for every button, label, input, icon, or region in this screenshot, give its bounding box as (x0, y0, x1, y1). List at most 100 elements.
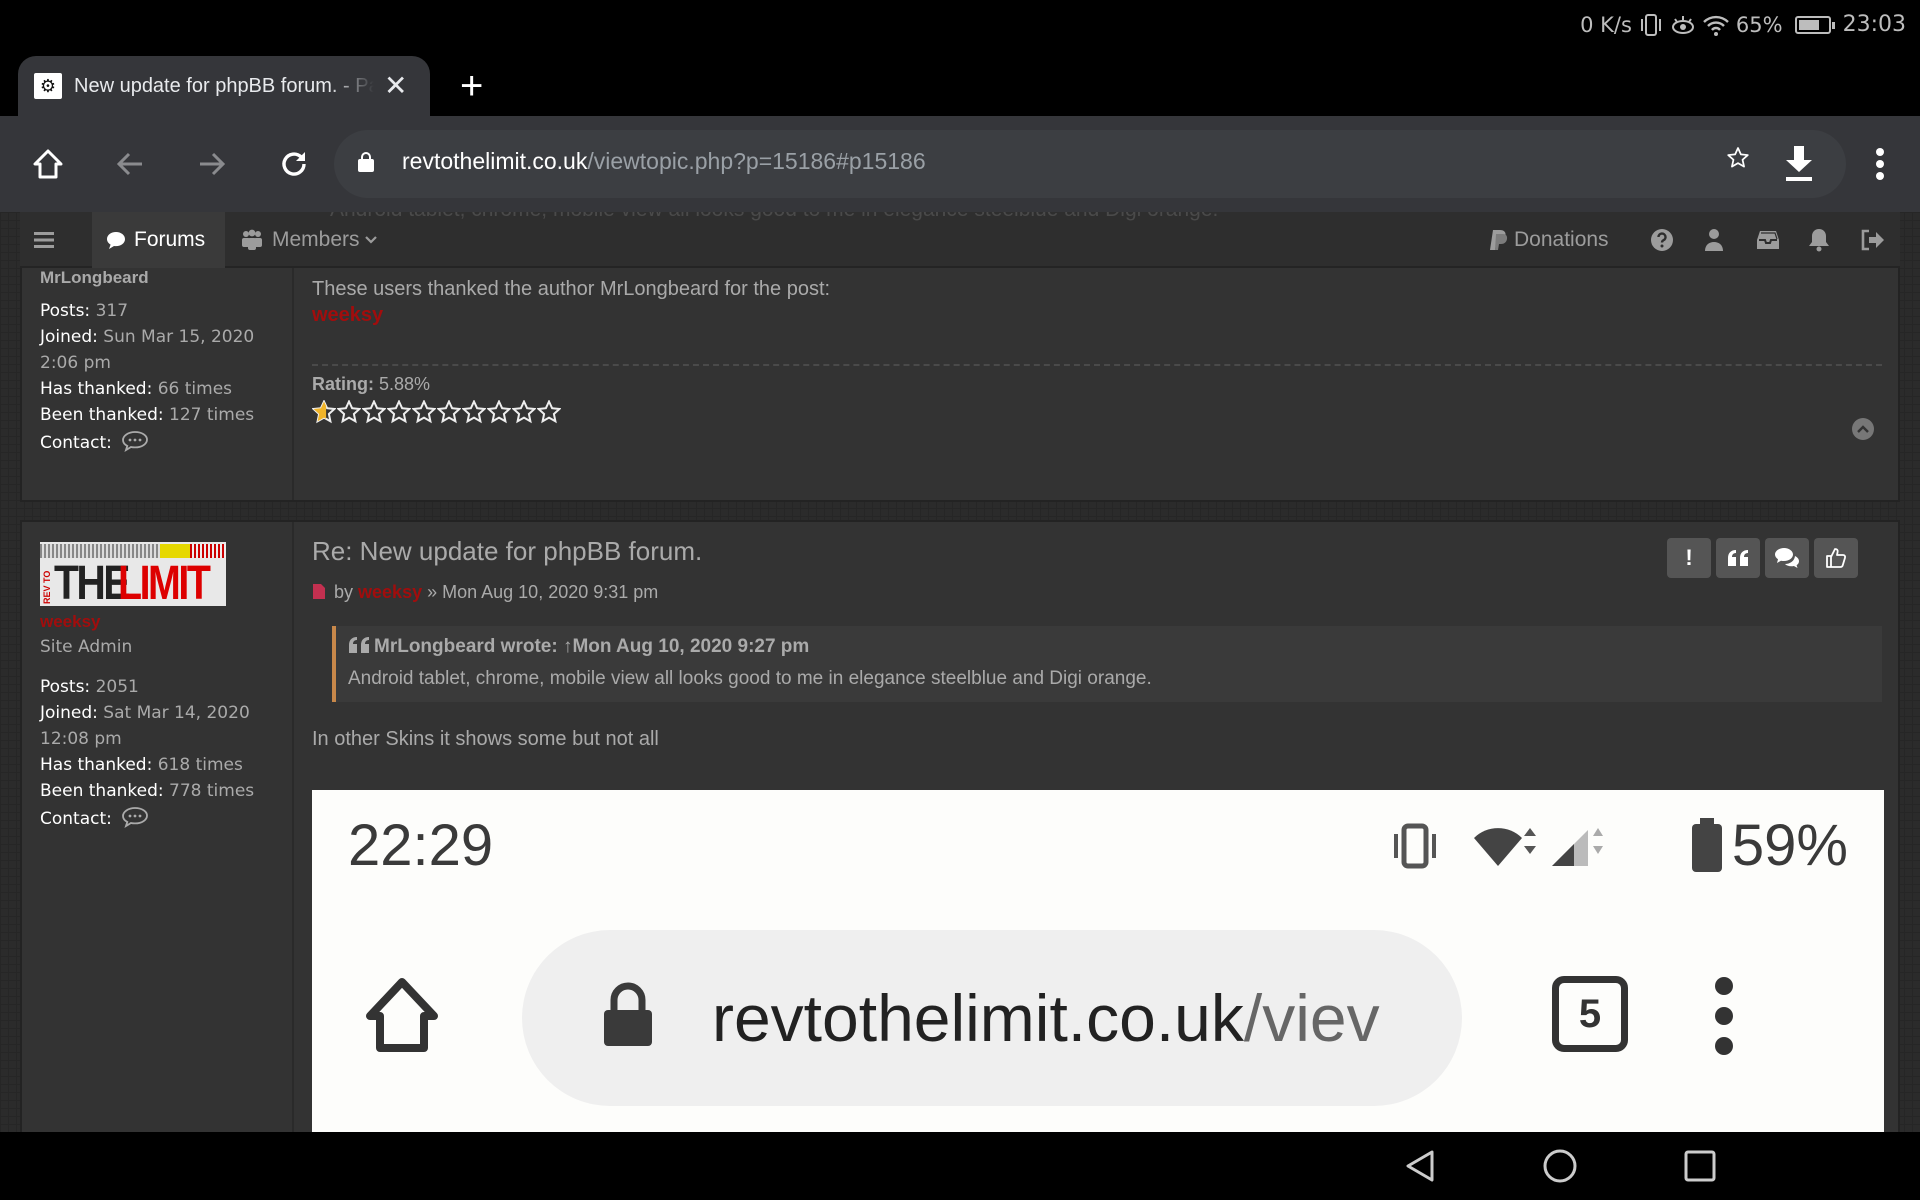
eye-comfort-icon (1671, 15, 1694, 34)
browser-menu-button[interactable] (1850, 116, 1910, 212)
site-favicon: ⚙ (34, 73, 62, 99)
rating-star[interactable] (387, 400, 411, 424)
contact-chat-icon[interactable] (121, 806, 149, 828)
inbox-button[interactable] (1756, 212, 1780, 268)
stat-joined-time: 2:06 pm (40, 353, 111, 373)
back-triangle-icon[interactable] (1402, 1148, 1438, 1184)
post-title[interactable]: Re: New update for phpBB forum. (312, 536, 702, 567)
quote-icon (1728, 550, 1748, 566)
hamburger-icon (34, 232, 54, 248)
stat-been-thanked: Been thanked: 778 times (40, 781, 255, 801)
new-tab-button[interactable]: + (460, 64, 483, 109)
stat-posts: Posts: 317 (40, 301, 129, 321)
bookmark-star-icon[interactable] (1726, 146, 1750, 170)
profile-stats: Posts: 317 Joined: Sun Mar 15, 2020 2:06… (40, 298, 254, 456)
embedded-screenshot[interactable]: 22:29 59% revtothelimit.co.uk/viev 5 (312, 790, 1884, 1132)
rating-star[interactable] (487, 400, 511, 424)
rating-star[interactable] (537, 400, 561, 424)
tab-strip: ⚙ New update for phpBB forum. - Pa ✕ + (0, 50, 1920, 116)
user-icon (1705, 229, 1723, 251)
like-button[interactable] (1814, 538, 1858, 578)
nav-forums-label: Forums (134, 228, 206, 251)
embedded-tab-count: 5 (1552, 976, 1628, 1052)
stat-posts: Posts: 2051 (40, 677, 139, 697)
embedded-home-icon (366, 978, 438, 1052)
system-status-bar: 0 K/s 65% 23:03 (0, 0, 1920, 50)
kebab-menu-icon (1876, 148, 1884, 180)
sign-out-icon (1861, 229, 1884, 251)
user-profile-button[interactable] (1704, 212, 1724, 268)
rating-stars[interactable] (312, 400, 561, 424)
embedded-kebab-icon (1715, 977, 1733, 1055)
post-date: » Mon Aug 10, 2020 9:31 pm (427, 582, 659, 602)
url-text[interactable]: revtothelimit.co.uk/viewtopic.php?p=1518… (402, 148, 926, 175)
reload-button[interactable] (264, 116, 324, 212)
home-button[interactable] (18, 116, 78, 212)
nav-donations-label: Donations (1514, 228, 1609, 251)
forward-button[interactable] (182, 116, 242, 212)
users-icon (242, 229, 262, 250)
battery-icon (1794, 15, 1835, 34)
rating-star[interactable] (362, 400, 386, 424)
rating-star[interactable] (437, 400, 461, 424)
menu-toggle[interactable] (34, 212, 54, 268)
thanked-user-link[interactable]: weeksy (312, 304, 383, 327)
embedded-time: 22:29 (348, 813, 494, 878)
clock: 23:03 (1842, 12, 1906, 37)
post-author-link[interactable]: weeksy (358, 582, 422, 602)
back-button[interactable] (100, 116, 160, 212)
embedded-lock-icon (604, 982, 652, 1046)
close-tab-icon[interactable]: ✕ (384, 72, 407, 100)
rating-star[interactable] (462, 400, 486, 424)
post-weeksy: REV TO THE LIMIT weeksy Site Admin Posts… (20, 520, 1900, 1132)
logout-button[interactable] (1860, 212, 1884, 268)
reload-icon (282, 152, 306, 176)
rating-value: 5.88% (379, 374, 431, 394)
quote-icon (349, 637, 369, 653)
quote-button[interactable] (1716, 538, 1760, 578)
rating-star[interactable] (312, 400, 336, 424)
inbox-icon (1757, 231, 1779, 249)
home-icon (33, 149, 63, 179)
user-rank: Site Admin (40, 637, 133, 657)
profile-stats: Posts: 2051 Joined: Sat Mar 14, 2020 12:… (40, 674, 254, 832)
username[interactable]: weeksy (40, 612, 101, 632)
home-circle-icon[interactable] (1542, 1148, 1578, 1184)
stat-joined-time: 12:08 pm (40, 729, 122, 749)
quote-header: MrLongbeard wrote: ↑Mon Aug 10, 2020 9:2… (348, 636, 809, 658)
address-bar[interactable]: revtothelimit.co.uk/viewtopic.php?p=1518… (334, 130, 1846, 198)
post-file-icon[interactable] (312, 583, 326, 600)
post-content: Re: New update for phpBB forum. by weeks… (312, 522, 1884, 1132)
bell-icon (1809, 229, 1829, 252)
speech-bubble-icon (107, 232, 125, 249)
nav-donations[interactable]: Donations (1488, 212, 1609, 268)
browser-tab-active[interactable]: ⚙ New update for phpBB forum. - Pa ✕ (18, 56, 430, 116)
download-icon[interactable] (1782, 144, 1816, 184)
stat-been-thanked: Been thanked: 127 times (40, 405, 255, 425)
back-to-top-button[interactable] (1852, 418, 1874, 440)
rating-star[interactable] (412, 400, 436, 424)
username[interactable]: MrLongbeard (40, 268, 149, 288)
faq-button[interactable] (1650, 212, 1674, 268)
nav-forums[interactable]: Forums (92, 212, 226, 268)
tab-title: New update for phpBB forum. - Pa (74, 74, 374, 97)
report-button[interactable]: ! (1667, 538, 1711, 578)
vibrate-icon (1640, 13, 1661, 36)
pm-button[interactable] (1765, 538, 1809, 578)
divider (312, 364, 1882, 366)
nav-members[interactable]: Members (240, 212, 377, 268)
paypal-icon (1490, 230, 1508, 250)
contact-chat-icon[interactable] (121, 430, 149, 452)
quote-body: Android tablet, chrome, mobile view all … (348, 668, 1152, 689)
stat-joined: Joined: Sun Mar 15, 2020 (40, 327, 255, 347)
quote-author-date[interactable]: MrLongbeard wrote: ↑Mon Aug 10, 2020 9:2… (374, 636, 809, 657)
thanks-text: These users thanked the author MrLongbea… (312, 278, 831, 300)
notifications-button[interactable] (1808, 212, 1830, 268)
stat-contact: Contact: (40, 430, 254, 456)
rating-star[interactable] (337, 400, 361, 424)
rating-star[interactable] (512, 400, 536, 424)
post-body: In other Skins it shows some but not all (312, 728, 659, 750)
recents-square-icon[interactable] (1682, 1148, 1718, 1184)
embedded-battery-icon (1692, 818, 1722, 872)
chevron-up-icon (1857, 425, 1869, 433)
